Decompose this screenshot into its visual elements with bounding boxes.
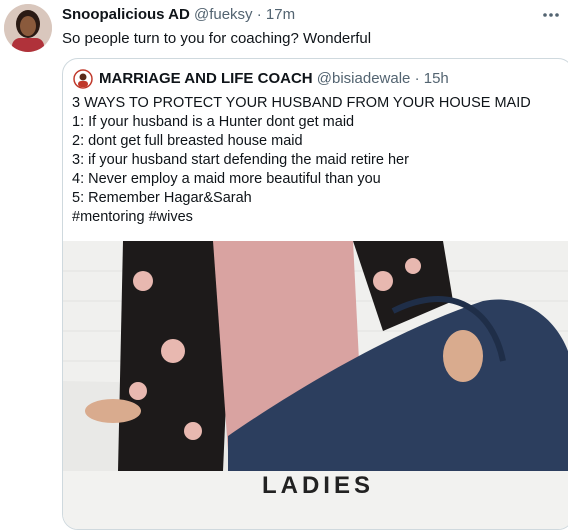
tweet-header: Snoopalicious AD @fueksy · 17m (62, 6, 295, 23)
author-name[interactable]: Snoopalicious AD (62, 6, 190, 23)
separator-dot: · (256, 6, 262, 23)
tweet-timestamp[interactable]: 17m (266, 6, 295, 23)
tweet-text: So people turn to you for coaching? Wond… (62, 30, 372, 47)
quote-avatar-image (73, 69, 93, 89)
quote-line: 5: Remember Hagar&Sarah (72, 190, 252, 206)
quote-author-handle: @bisiadewale (316, 70, 411, 87)
image-caption: LADIES (261, 472, 374, 499)
quote-line: 3: if your husband start defending the m… (72, 152, 409, 168)
author-avatar[interactable] (4, 4, 52, 52)
quote-line: 2: dont get full breasted house maid (72, 133, 303, 149)
quote-line: 1: If your husband is a Hunter dont get … (72, 114, 355, 130)
quote-media-image[interactable]: LADIES (63, 241, 568, 529)
author-handle[interactable]: @fueksy (194, 6, 253, 23)
quote-line: 3 WAYS TO PROTECT YOUR HUSBAND FROM YOUR… (72, 95, 531, 111)
quoted-tweet[interactable]: MARRIAGE AND LIFE COACH @bisiadewale · 1… (62, 58, 568, 530)
photo-illustration (63, 241, 568, 471)
quote-text: 3 WAYS TO PROTECT YOUR HUSBAND FROM YOUR… (72, 94, 531, 227)
quote-header: MARRIAGE AND LIFE COACH @bisiadewale · 1… (99, 70, 449, 87)
quote-timestamp: 15h (423, 70, 449, 87)
quote-author-name: MARRIAGE AND LIFE COACH (99, 70, 313, 87)
quote-separator-dot: · (414, 70, 420, 87)
more-icon[interactable] (542, 4, 560, 20)
quote-hashtags[interactable]: #mentoring #wives (72, 208, 531, 227)
quote-line: 4: Never employ a maid more beautiful th… (72, 171, 381, 187)
quote-author-avatar[interactable] (73, 69, 93, 89)
avatar-image (4, 4, 52, 52)
